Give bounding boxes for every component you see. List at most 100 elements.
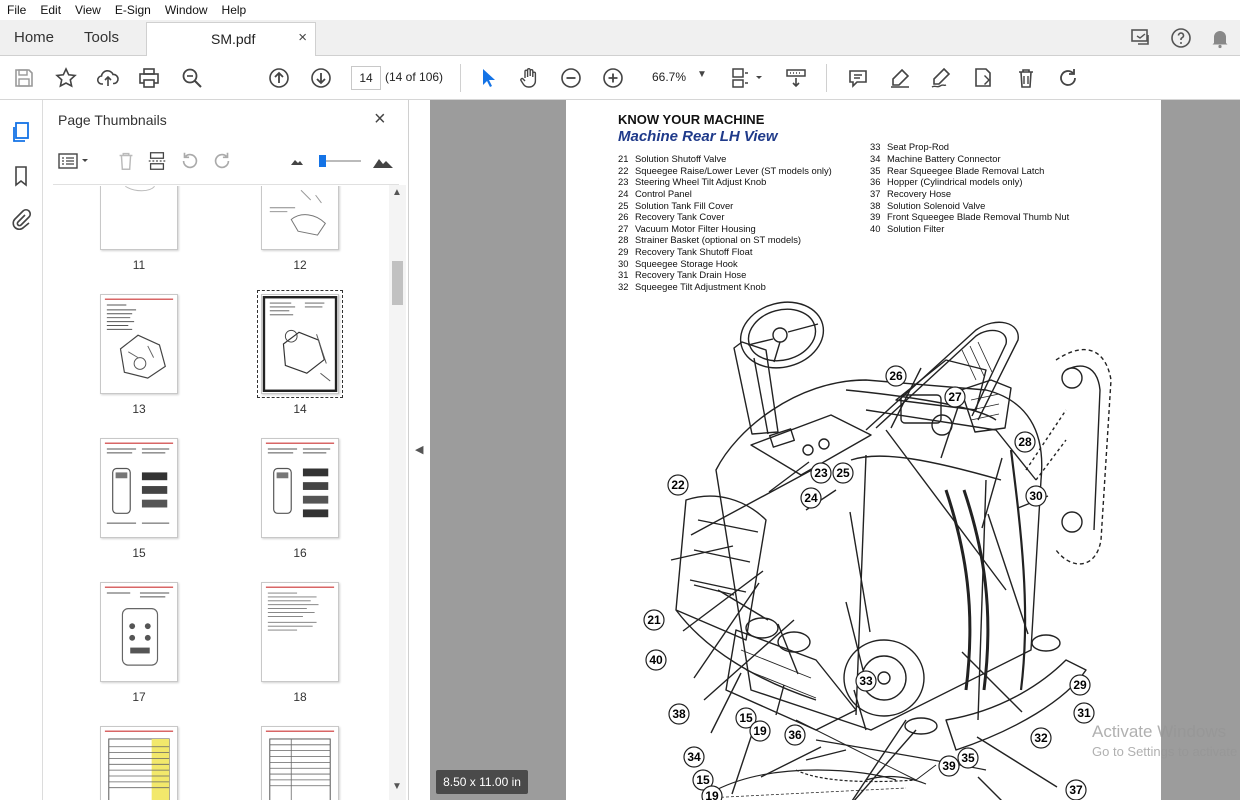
tab-home[interactable]: Home — [0, 20, 68, 56]
thumbnail-label: 15 — [132, 546, 146, 560]
svg-text:21: 21 — [647, 613, 661, 627]
thumbnail-label: 14 — [293, 402, 307, 416]
machine-rear-diagram-lower: 15 19 36 32 35 39 — [735, 707, 1052, 785]
thumbnail-page[interactable] — [100, 186, 178, 250]
zoom-out-icon[interactable] — [559, 66, 583, 90]
callout-23: 23 — [810, 462, 832, 484]
zoom-dropdown[interactable]: 66.7% ▼ — [640, 66, 714, 90]
previous-page-icon[interactable] — [267, 66, 291, 90]
legend-item: 26 Recovery Tank Cover — [618, 211, 725, 222]
thumbnail-page[interactable] — [261, 186, 339, 250]
svg-text:32: 32 — [1034, 731, 1048, 745]
thumbnail-page[interactable] — [100, 582, 178, 682]
legend-item: 21 Solution Shutoff Valve — [618, 153, 727, 164]
rotate-counterclockwise-icon[interactable] — [179, 150, 201, 172]
page-thumbnails-icon[interactable] — [9, 120, 33, 144]
toolbar-divider — [826, 64, 827, 92]
close-tab-icon[interactable]: × — [298, 29, 307, 46]
legend-item: 37 Recovery Hose — [870, 188, 952, 199]
legend-item: 28 Strainer Basket (optional on ST models… — [618, 234, 802, 245]
svg-text:39: 39 — [942, 759, 956, 773]
scrollbar-thumb[interactable] — [392, 261, 403, 305]
save-icon[interactable] — [12, 66, 36, 90]
thumbnail-label: 13 — [132, 402, 146, 416]
document-viewer[interactable]: KNOW YOUR MACHINE Machine Rear LH View 2… — [430, 100, 1240, 800]
legend-item: 39 Front Squeegee Blade Removal Thumb Nut — [870, 211, 1070, 222]
notification-bell-icon[interactable] — [1208, 26, 1232, 50]
scroll-mode-icon[interactable] — [784, 66, 808, 90]
rotate-icon[interactable] — [1056, 66, 1080, 90]
document-subheading: Machine Rear LH View — [618, 128, 778, 145]
scroll-up-arrow-icon[interactable]: ▲ — [392, 187, 402, 198]
thumbnail-page-selected[interactable] — [257, 290, 343, 398]
page-count-label: (14 of 106) — [385, 70, 444, 84]
print-icon[interactable] — [137, 66, 161, 90]
select-pointer-icon[interactable] — [476, 66, 500, 90]
rotate-clockwise-icon[interactable] — [211, 150, 233, 172]
delete-trash-icon[interactable] — [1014, 66, 1038, 90]
thumbnails-scrollbar[interactable]: ▲ ▼ — [389, 185, 406, 800]
thumbnail-page[interactable] — [261, 582, 339, 682]
fill-sign-icon[interactable] — [971, 66, 995, 90]
svg-text:28: 28 — [1018, 435, 1032, 449]
svg-text:25: 25 — [836, 466, 850, 480]
menu-window[interactable]: Window — [158, 0, 215, 20]
attachments-paperclip-icon[interactable] — [9, 208, 33, 232]
page-number-input[interactable] — [351, 66, 381, 90]
tab-document[interactable]: SM.pdf × — [146, 22, 316, 56]
menu-edit[interactable]: Edit — [33, 0, 68, 20]
scroll-down-arrow-icon[interactable]: ▼ — [392, 781, 402, 792]
callout-26: 26 — [885, 365, 907, 387]
draw-sign-icon[interactable] — [929, 66, 953, 90]
collapse-panel-icon[interactable]: ◀ — [415, 443, 423, 456]
menu-view[interactable]: View — [68, 0, 108, 20]
legend-item: 38 Solution Solenoid Valve — [870, 200, 986, 211]
thumbnail-label: 11 — [132, 258, 146, 272]
close-panel-icon[interactable]: × — [374, 108, 386, 131]
callout-24: 24 — [800, 487, 822, 509]
callout-27: 27 — [944, 386, 966, 408]
bookmarks-icon[interactable] — [9, 164, 33, 188]
thumbnail-options-icon[interactable] — [57, 150, 91, 172]
menu-help[interactable]: Help — [215, 0, 254, 20]
zoom-in-icon[interactable] — [601, 66, 625, 90]
share-screen-icon[interactable] — [1129, 26, 1153, 50]
legend-item: 22 Squeegee Raise/Lower Lever (ST models … — [618, 165, 832, 176]
delete-page-icon[interactable] — [115, 150, 137, 172]
svg-text:26: 26 — [889, 369, 903, 383]
callout-28: 28 — [1014, 431, 1036, 453]
windows-activation-hint: Go to Settings to activate Windows. — [1092, 744, 1240, 759]
document-tab-label: SM.pdf — [211, 31, 256, 47]
page-display-icon[interactable] — [730, 66, 764, 90]
thumbnail-larger-icon[interactable] — [371, 150, 393, 172]
thumbnail-page[interactable] — [100, 438, 178, 538]
comment-icon[interactable] — [846, 66, 870, 90]
document-heading: KNOW YOUR MACHINE — [618, 112, 765, 127]
thumbnail-size-slider[interactable] — [315, 150, 365, 172]
thumbnail-page[interactable] — [100, 726, 178, 800]
thumbnail-label: 12 — [293, 258, 307, 272]
find-zoom-icon[interactable] — [180, 66, 204, 90]
bookmark-star-icon[interactable] — [54, 66, 78, 90]
callout-40: 40 — [645, 649, 667, 671]
next-page-icon[interactable] — [309, 66, 333, 90]
tab-tools[interactable]: Tools — [70, 20, 133, 56]
help-icon[interactable] — [1169, 26, 1193, 50]
thumbnail-page[interactable] — [261, 726, 339, 800]
upload-cloud-icon[interactable] — [96, 66, 120, 90]
svg-text:19: 19 — [753, 724, 767, 738]
callout-36: 36 — [784, 724, 806, 746]
menu-bar: File Edit View E-Sign Window Help — [0, 0, 1240, 20]
thumbnail-page[interactable] — [261, 438, 339, 538]
hand-tool-icon[interactable] — [517, 66, 541, 90]
menu-esign[interactable]: E-Sign — [108, 0, 158, 20]
highlight-pen-icon[interactable] — [888, 66, 912, 90]
svg-text:40: 40 — [649, 653, 663, 667]
panel-title: Page Thumbnails — [58, 112, 167, 128]
thumbnail-label: 17 — [132, 690, 146, 704]
insert-page-icon[interactable] — [146, 150, 168, 172]
thumbnail-smaller-icon[interactable] — [287, 150, 309, 172]
thumbnail-page[interactable] — [100, 294, 178, 394]
legend-item: 24 Control Panel — [618, 188, 692, 199]
menu-file[interactable]: File — [0, 0, 33, 20]
